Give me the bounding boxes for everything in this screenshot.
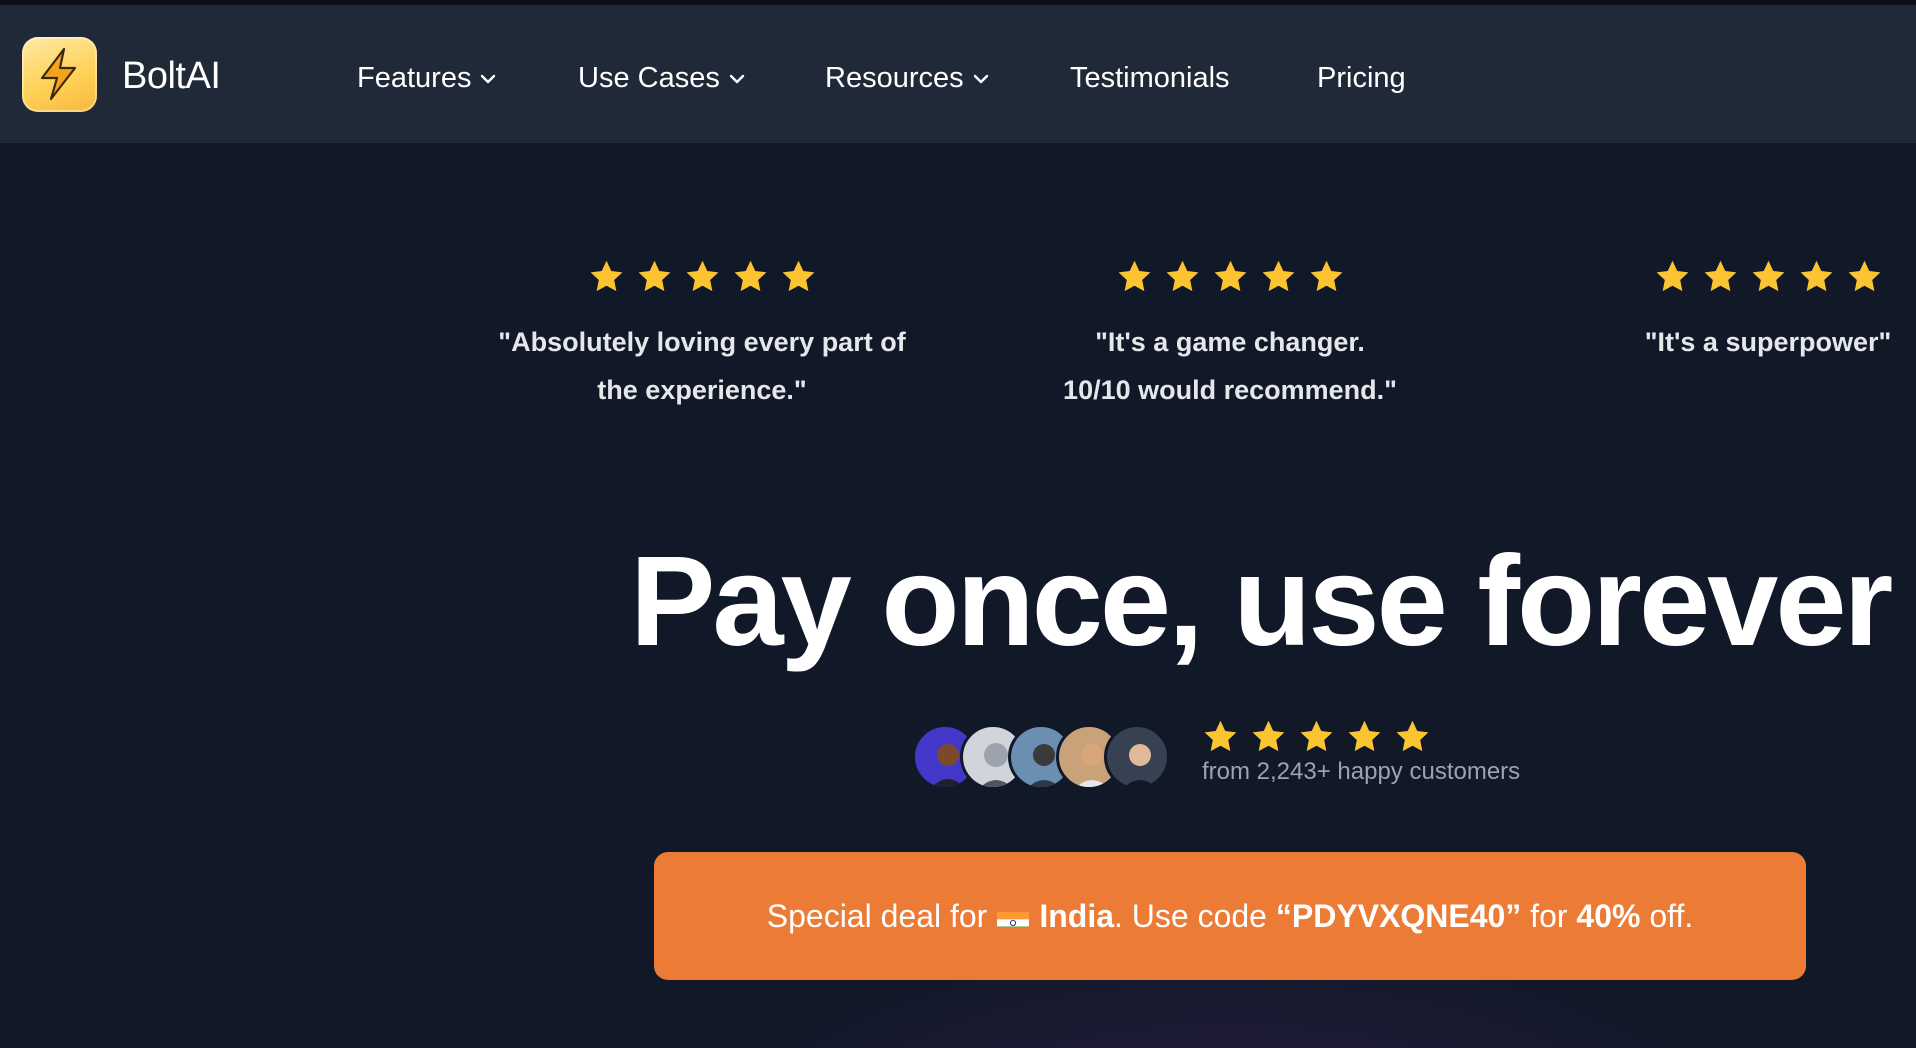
chevron-down-icon [481,74,496,83]
chevron-down-icon [729,74,745,83]
quote-line: 10/10 would recommend." [1063,375,1397,405]
navbar: BoltAI Features Use Cases Resources Test… [0,5,1916,143]
quote-line: the experience." [597,375,807,405]
brand-name[interactable]: BoltAI [122,55,221,98]
deal-country: India [1039,897,1114,934]
india-flag-icon [997,905,1030,927]
star-icon [734,260,766,292]
testimonial-quote: "It's a superpower" [1620,318,1916,366]
deal-for-text: for [1521,897,1577,934]
quote-line: "Absolutely loving every part of [498,327,906,357]
star-rating [470,258,934,296]
testimonial-quote: "It's a game changer. 10/10 would recomm… [1000,318,1460,414]
star-rating [1620,258,1916,296]
star-icon [1800,260,1832,292]
nav-features[interactable]: Features [357,62,497,95]
nav-use-cases-label: Use Cases [578,62,720,94]
nav-resources[interactable]: Resources [825,62,990,95]
nav-testimonials[interactable]: Testimonials [1070,62,1230,95]
testimonial-card: "Absolutely loving every part of the exp… [470,258,934,414]
star-icon [1704,260,1736,292]
star-icon [1310,260,1342,292]
hero-headline: Pay once, use forever [630,530,1893,673]
star-icon [1214,260,1246,292]
star-icon [1396,720,1429,752]
deal-discount: 40% [1576,897,1641,934]
star-icon [1348,720,1381,752]
star-icon [1848,260,1880,292]
star-icon [782,260,814,292]
chevron-down-icon [973,74,988,83]
nav-resources-label: Resources [825,62,964,94]
quote-line: "It's a superpower" [1644,327,1892,357]
star-icon [1656,260,1688,292]
avatar [1104,724,1170,790]
deal-suffix: off. [1640,897,1694,934]
deal-mid-text: . Use code [1114,897,1276,934]
hero-star-rating [1202,718,1431,755]
star-icon [1204,720,1237,752]
star-icon [590,260,622,292]
special-deal-banner[interactable]: Special deal for India . Use code “PDYVX… [654,852,1806,980]
nav-use-cases[interactable]: Use Cases [578,62,746,95]
lightning-bolt-icon [40,47,77,101]
customer-count-text: from 2,243+ happy customers [1202,758,1521,785]
star-icon [1118,260,1150,292]
testimonial-quote: "Absolutely loving every part of the exp… [470,318,934,414]
star-icon [1252,720,1285,752]
star-rating [1000,258,1460,296]
star-icon [686,260,718,292]
testimonial-card: "It's a game changer. 10/10 would recomm… [1000,258,1460,414]
logo[interactable] [22,37,97,112]
deal-code[interactable]: “PDYVXQNE40” [1276,898,1521,935]
nav-features-label: Features [357,62,472,94]
deal-prefix: Special deal for [766,897,988,934]
star-icon [1752,260,1784,292]
star-icon [1262,260,1294,292]
star-icon [1166,260,1198,292]
star-icon [1300,720,1333,752]
nav-pricing[interactable]: Pricing [1317,62,1406,95]
testimonial-card: "It's a superpower" [1620,258,1916,366]
quote-line: "It's a game changer. [1095,327,1365,357]
star-icon [638,260,670,292]
